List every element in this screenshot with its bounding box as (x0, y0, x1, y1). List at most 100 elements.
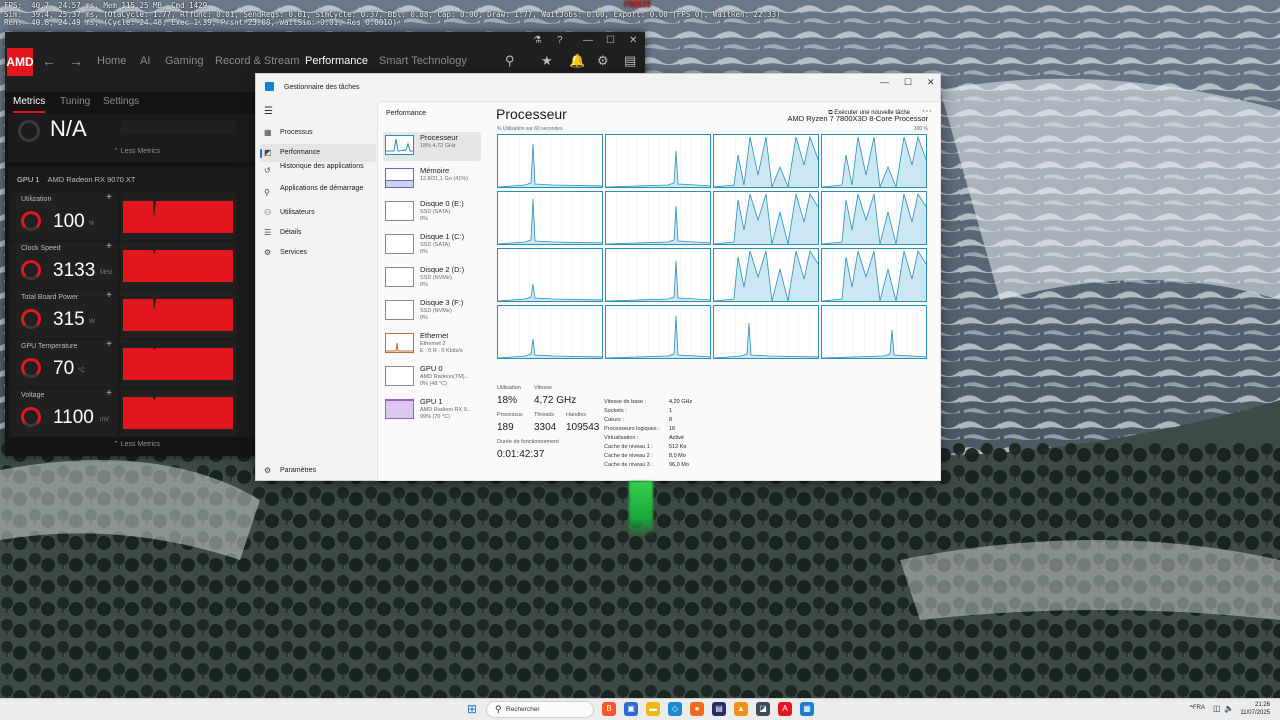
resource-sparkline (386, 342, 413, 352)
cpu-core-graph (713, 191, 819, 245)
resource-item[interactable]: Mémoire 12,8/31,1 Go (41%) (383, 165, 481, 194)
resource-item[interactable]: Disque 1 (C:) SSD (SATA) 0% (383, 231, 481, 260)
favorites-star-icon[interactable]: ★ (541, 53, 553, 69)
overlay-icon[interactable]: ▤ (624, 53, 636, 69)
nav-ai[interactable]: AI (140, 55, 150, 67)
nav-home[interactable]: Home (97, 55, 126, 67)
metric-card[interactable]: GPU Temperature +70 °C (11, 339, 117, 387)
language-indicator[interactable]: FRA (1193, 705, 1205, 711)
page-title: Performance (386, 110, 427, 117)
resource-thumbnail (385, 201, 414, 221)
spec-label: Virtualisation : (604, 435, 639, 441)
cpu-core-graph (497, 248, 603, 302)
nav-startup-apps[interactable]: ⚲ Applications de démarrage (260, 184, 376, 204)
resource-item[interactable]: GPU 1 AMD Radeon RX 9... 99% (70 °C) (383, 396, 481, 425)
add-metric-icon[interactable]: + (106, 192, 112, 203)
maximize-button[interactable]: ☐ (904, 77, 912, 88)
add-metric-icon[interactable]: + (106, 241, 112, 252)
amd-logo[interactable]: AMD (6, 48, 34, 76)
app-history-icon: ↺ (264, 166, 271, 175)
hamburger-menu-icon[interactable]: ☰ (264, 106, 273, 117)
cpu-core-usage-area (606, 315, 710, 358)
vscode-icon[interactable]: ◇ (668, 702, 682, 716)
settings-gear-icon[interactable]: ⚙ (597, 53, 609, 69)
tab-metrics[interactable]: Metrics (13, 96, 46, 113)
cpu-core-graph (497, 134, 603, 188)
resource-thumbnail (385, 399, 414, 419)
nav-services[interactable]: ⚙ Services (260, 244, 376, 262)
metric-card[interactable]: Clock Speed +3133 MHz (11, 241, 117, 289)
brave-icon[interactable]: B (602, 702, 616, 716)
back-arrow-icon[interactable]: ← (42, 53, 56, 69)
resource-usage: 0% (420, 282, 428, 288)
taskbar-clock[interactable]: 21:26 11/07/2025 (1240, 701, 1270, 717)
nav-gaming[interactable]: Gaming (165, 55, 204, 67)
metric-card[interactable]: Utilization +100% (11, 192, 117, 240)
cpu-core-plot (822, 135, 926, 187)
cpu-core-graph (821, 248, 927, 302)
firefox-icon[interactable]: ● (690, 702, 704, 716)
nav-smart-technology[interactable]: Smart Technology (379, 55, 467, 67)
cpu-core-graph (821, 305, 927, 359)
tab-tuning[interactable]: Tuning (60, 96, 90, 107)
nav-users[interactable]: ⚇ Utilisateurs (260, 204, 376, 222)
nav-performance[interactable]: ◩ Performance (260, 144, 376, 162)
minimize-button[interactable]: — (880, 77, 889, 87)
network-icon[interactable]: ◫ (1213, 704, 1221, 713)
amd-icon[interactable]: A (778, 702, 792, 716)
add-metric-icon[interactable]: + (106, 339, 112, 350)
metric-card[interactable]: Voltage +1100 mV (11, 388, 117, 436)
windows-start-icon[interactable]: ⊞ (467, 703, 480, 716)
nav-performance[interactable]: Performance (305, 55, 368, 67)
add-metric-icon[interactable]: + (106, 290, 112, 301)
minimize-button[interactable]: — (583, 35, 593, 46)
resource-thumbnail (385, 366, 414, 386)
app2-icon[interactable]: ◪ (756, 702, 770, 716)
nav-record-stream[interactable]: Record & Stream (215, 55, 299, 67)
nav-app-history[interactable]: ↺ Historique des applications (260, 162, 376, 182)
bug-report-icon[interactable]: ⚗ (533, 35, 542, 46)
cpu-core-usage-area (714, 322, 818, 358)
app-icon[interactable]: ▤ (712, 702, 726, 716)
resource-item[interactable]: GPU 0 AMD Radeon(TM)... 0% (48 °C) (383, 363, 481, 392)
cpu-core-graph (605, 134, 711, 188)
vlc-icon[interactable]: ▲ (734, 702, 748, 716)
less-metrics-toggle[interactable]: ⌃ Less Metrics (8, 147, 265, 161)
resource-item[interactable]: Ethernet Ethernet 2E : 0 R : 0 Kbits/s (383, 330, 481, 359)
cpu-model: AMD Ryzen 7 7800X3D 8-Core Processor (787, 114, 928, 123)
close-button[interactable]: ✕ (629, 35, 637, 46)
cpu-core-usage-area (714, 249, 818, 301)
tab-settings[interactable]: Settings (103, 96, 139, 107)
resource-name: Disque 0 (E:) (420, 199, 464, 208)
spec-row: Vitesse de base : 4,20 GHz (604, 399, 692, 405)
taskmgr-icon[interactable]: ▦ (800, 702, 814, 716)
nav-details[interactable]: ☰ Détails (260, 224, 376, 242)
maximize-button[interactable]: ☐ (606, 35, 615, 46)
store-icon[interactable]: ▣ (624, 702, 638, 716)
help-icon[interactable]: ? (557, 35, 563, 46)
metric-card[interactable]: Total Board Power +315 W (11, 290, 117, 338)
forward-arrow-icon[interactable]: → (69, 53, 83, 69)
spec-label: Sockets : (604, 408, 627, 414)
freeze-label: FREEZE (624, 0, 652, 9)
resource-item[interactable]: Processeur 18% 4,72 GHz (383, 132, 481, 161)
search-icon[interactable]: ⚲ (505, 53, 515, 69)
resource-item[interactable]: Disque 0 (E:) SSD (SATA) 0% (383, 198, 481, 227)
resource-item[interactable]: Disque 3 (F:) SSD (NVMe) 0% (383, 297, 481, 326)
nav-processes[interactable]: ▦ Processus (260, 124, 376, 142)
explorer-icon[interactable]: ▬ (646, 702, 660, 716)
spec-value: 8,0 Mo (669, 453, 686, 459)
taskbar-search[interactable]: ⚲ Rechercher (486, 701, 594, 718)
add-metric-icon[interactable]: + (106, 388, 112, 399)
resource-item[interactable]: Disque 2 (D:) SSD (NVMe) 0% (383, 264, 481, 293)
volume-icon[interactable]: 🔈 (1224, 704, 1234, 713)
less-metrics-toggle-bottom[interactable]: ⌃ Less Metrics (8, 440, 265, 454)
spec-label: Cœurs : (604, 417, 624, 423)
metric-gauge-icon (21, 358, 41, 378)
graph-caption: % Utilisation sur 60 secondes (497, 126, 563, 132)
nav-settings[interactable]: ⚙ Paramètres (260, 462, 376, 480)
resource-name: GPU 1 (420, 397, 443, 406)
notification-bell-icon[interactable]: 🔔 (569, 53, 585, 69)
task-manager-window[interactable]: Gestionnaire des tâches — ☐ ✕ ☰ ▦ Process… (255, 73, 941, 481)
close-button[interactable]: ✕ (927, 77, 935, 88)
